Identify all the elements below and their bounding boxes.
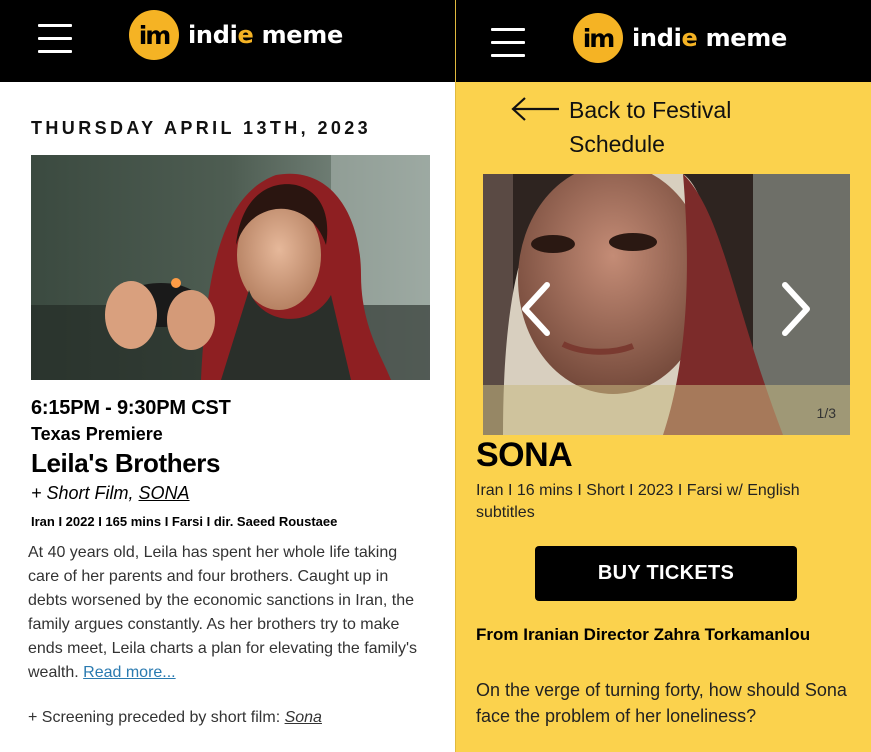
sona-link[interactable]: Sona [285,709,322,726]
short-film-link[interactable]: SONA [139,483,190,503]
premiere-label: Texas Premiere [31,424,163,444]
short-film-line: + Short Film, SONA [31,483,190,503]
director-line: From Iranian Director Zahra Torkamanlou [476,625,811,644]
image-carousel: 1/3 [483,174,850,435]
menu-icon[interactable] [38,24,72,54]
logo-wordmark: indie meme [188,21,343,49]
top-nav-bar: im indie meme [0,0,455,82]
screening-time: 6:15PM - 9:30PM CST [31,397,231,419]
left-screen: im indie meme THURSDAY APRIL 13TH, 2023 [0,0,455,752]
buy-tickets-button[interactable]: BUY TICKETS [535,546,797,601]
carousel-counter: 1/3 [816,405,836,421]
screening-note: + Screening preceded by short film: Sona [28,709,322,726]
short-film-description: On the verge of turning forty, how shoul… [476,680,847,726]
screening-date-heading: THURSDAY APRIL 13TH, 2023 [31,118,372,138]
site-logo[interactable]: im indie meme [129,10,343,60]
arrow-left-icon [511,97,559,121]
film-still-image [31,155,430,380]
carousel-caption-bar [483,385,850,435]
logo-badge: im [573,13,623,63]
logo-wordmark: indie meme [632,24,787,52]
chevron-right-icon[interactable] [775,279,815,339]
short-film-meta: Iran I 16 mins I Short I 2023 I Farsi w/… [476,482,800,521]
right-screen: im indie meme Back to Festival Schedule [455,0,871,752]
film-title: Leila's Brothers [31,448,221,478]
film-synopsis: At 40 years old, Leila has spent her who… [28,544,418,681]
chevron-left-icon[interactable] [517,279,557,339]
menu-icon[interactable] [491,28,525,58]
read-more-link[interactable]: Read more... [83,664,175,681]
short-film-title: SONA [476,436,573,474]
site-logo[interactable]: im indie meme [573,13,787,63]
top-nav-bar: im indie meme [456,0,871,82]
back-link-label: Back to Festival Schedule [569,97,732,157]
film-meta: Iran I 2022 I 165 mins I Farsi I dir. Sa… [31,514,338,529]
back-to-schedule-link[interactable]: Back to Festival Schedule [511,93,769,161]
logo-badge: im [129,10,179,60]
